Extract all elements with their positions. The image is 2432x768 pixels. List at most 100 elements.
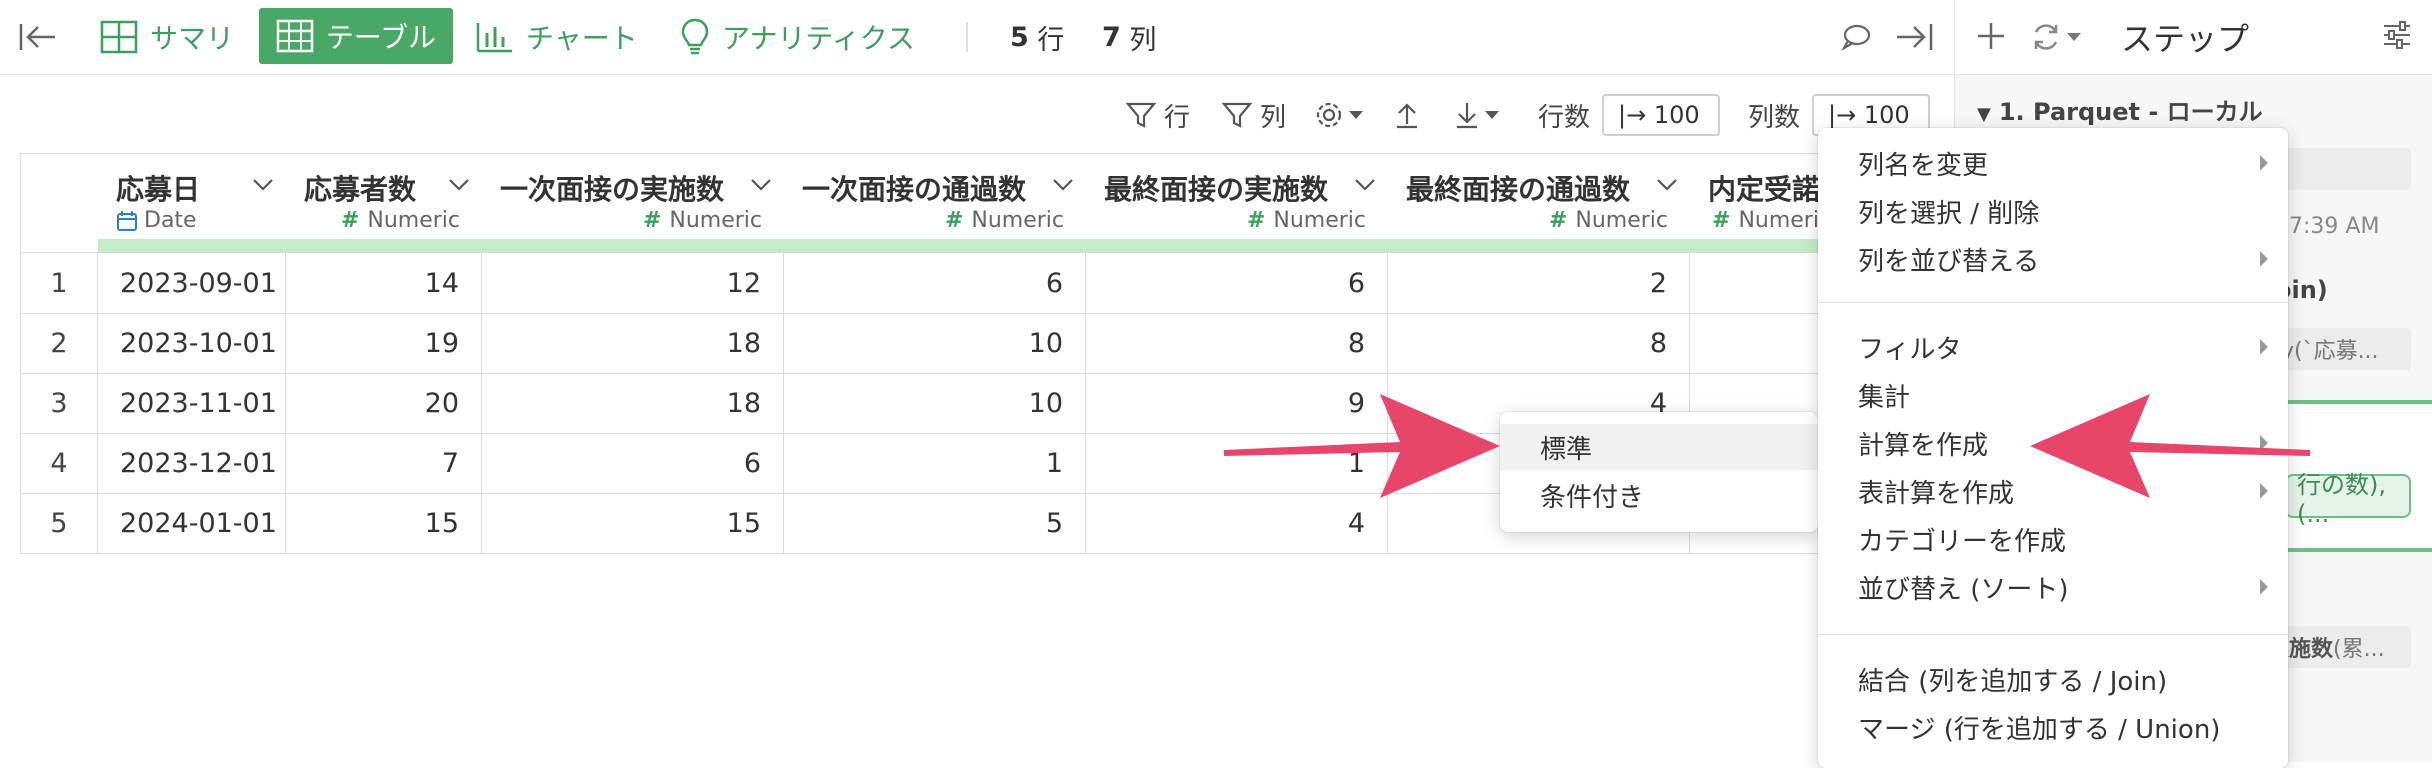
column-type: # Numeric bbox=[945, 208, 1064, 233]
column-type-label: Numeric bbox=[1575, 208, 1668, 233]
submenu-item-conditional[interactable]: 条件付き bbox=[1500, 472, 1818, 518]
chevron-right-icon bbox=[2260, 155, 2268, 171]
row-index: 4 bbox=[20, 433, 98, 493]
column-count: 7 列 bbox=[1102, 0, 1156, 74]
chevron-down-icon[interactable] bbox=[1656, 178, 1678, 192]
row-filter-button[interactable]: 行 bbox=[1126, 94, 1190, 136]
download-dropdown[interactable] bbox=[1454, 94, 1500, 136]
caret-down-icon bbox=[1349, 111, 1363, 119]
calendar-icon bbox=[117, 210, 137, 231]
menu-item-join[interactable]: 結合 (列を追加する / Join) bbox=[1818, 656, 2288, 702]
step-timestamp: 27:39 AM bbox=[2275, 214, 2380, 239]
chevron-down-icon[interactable] bbox=[448, 178, 470, 192]
row-count-unit: 行 bbox=[1037, 24, 1065, 56]
tab-summary-label: サマリ bbox=[150, 22, 235, 55]
row-count-input[interactable]: |→ 100 bbox=[1602, 94, 1720, 136]
tab-analytics-label: アナリティクス bbox=[722, 22, 915, 55]
chevron-right-icon bbox=[2260, 339, 2268, 355]
column-count-label: 列数 bbox=[1748, 102, 1801, 133]
table-cell[interactable]: 6 bbox=[482, 433, 784, 493]
table-cell[interactable]: 7 bbox=[286, 433, 482, 493]
table-cell[interactable]: 6 bbox=[1086, 253, 1388, 313]
sliders-icon[interactable] bbox=[2381, 20, 2413, 54]
column-header[interactable]: 応募者数 # Numeric bbox=[286, 153, 483, 240]
summary-grid-icon bbox=[100, 20, 138, 54]
table-cell[interactable]: 2024-01-01 bbox=[98, 493, 286, 553]
column-filter-button[interactable]: 列 bbox=[1222, 94, 1286, 136]
upload-icon[interactable] bbox=[1394, 94, 1420, 136]
numeric-hash-icon: # bbox=[944, 208, 964, 233]
menu-item-label: マージ (行を追加する / Union) bbox=[1858, 714, 2221, 745]
table-cell[interactable]: 12 bbox=[482, 253, 784, 313]
chevron-right-icon bbox=[2260, 579, 2268, 595]
column-type-label: Numeric bbox=[971, 208, 1064, 233]
column-header[interactable]: 一次面接の通過数 # Numeric bbox=[784, 153, 1087, 240]
column-header[interactable]: 最終面接の通過数 # Numeric bbox=[1388, 153, 1691, 240]
menu-item-label: カテゴリーを作成 bbox=[1858, 526, 2067, 557]
column-header[interactable]: 一次面接の実施数 # Numeric bbox=[482, 153, 785, 240]
menu-item-sort[interactable]: 並び替え (ソート) bbox=[1818, 564, 2288, 610]
chevron-down-icon[interactable] bbox=[252, 178, 274, 192]
table-cell[interactable]: 5 bbox=[784, 493, 1086, 553]
menu-item-rename-column[interactable]: 列名を変更 bbox=[1818, 140, 2288, 186]
numeric-hash-icon: # bbox=[1712, 208, 1731, 233]
caret-down-icon bbox=[1485, 111, 1499, 119]
menu-item-union[interactable]: マージ (行を追加する / Union) bbox=[1818, 704, 2288, 750]
table-cell[interactable]: 1 bbox=[784, 433, 1086, 493]
collapse-left-icon[interactable] bbox=[18, 0, 58, 74]
table-cell[interactable]: 2023-12-01 bbox=[98, 433, 286, 493]
table-cell[interactable]: 15 bbox=[482, 493, 784, 553]
table-cell[interactable]: 14 bbox=[286, 253, 482, 313]
refresh-icon bbox=[2034, 24, 2058, 50]
tab-chart[interactable]: チャート bbox=[476, 0, 638, 74]
row-count-label: 行数 bbox=[1538, 102, 1591, 133]
collapse-right-icon[interactable] bbox=[1894, 0, 1934, 74]
tab-table[interactable]: テーブル bbox=[259, 8, 453, 64]
table-cell[interactable]: 8 bbox=[1086, 313, 1388, 373]
comment-icon[interactable] bbox=[1840, 0, 1872, 74]
chevron-down-icon[interactable] bbox=[1354, 178, 1376, 192]
filter-icon bbox=[1126, 102, 1156, 128]
menu-item-create-category[interactable]: カテゴリーを作成 bbox=[1818, 516, 2288, 562]
table-cell[interactable]: 8 bbox=[1388, 313, 1690, 373]
table-cell[interactable]: 2023-11-01 bbox=[98, 373, 286, 433]
numeric-hash-icon: # bbox=[1548, 208, 1568, 233]
table-cell[interactable]: 2023-10-01 bbox=[98, 313, 286, 373]
divider bbox=[966, 22, 968, 52]
chevron-down-icon[interactable] bbox=[750, 178, 772, 192]
chevron-down-icon[interactable] bbox=[1052, 178, 1074, 192]
table-cell[interactable]: 6 bbox=[784, 253, 1086, 313]
column-header[interactable]: 応募日 Date bbox=[98, 153, 287, 240]
settings-dropdown[interactable] bbox=[1314, 94, 1364, 136]
corner-spacer bbox=[20, 239, 99, 252]
menu-item-label: 列名を変更 bbox=[1858, 150, 1989, 181]
table-cell[interactable]: 20 bbox=[286, 373, 482, 433]
table-cell[interactable]: 18 bbox=[482, 313, 784, 373]
tab-chart-label: チャート bbox=[526, 22, 638, 55]
step-source-header[interactable]: ▼ 1. Parquet - ローカル bbox=[1977, 92, 2263, 127]
tab-summary[interactable]: サマリ bbox=[100, 0, 234, 74]
column-name: 内定受諾 bbox=[1708, 173, 1821, 206]
plus-icon[interactable] bbox=[1975, 20, 2007, 56]
refresh-dropdown[interactable] bbox=[2029, 20, 2082, 54]
table-cell[interactable]: 10 bbox=[784, 373, 1086, 433]
submenu-item-standard[interactable]: 標準 bbox=[1500, 424, 1818, 470]
table-cell[interactable]: 10 bbox=[784, 313, 1086, 373]
menu-item-filter[interactable]: フィルタ bbox=[1818, 324, 2288, 370]
table-cell[interactable]: 18 bbox=[482, 373, 784, 433]
numeric-hash-icon: # bbox=[642, 208, 662, 233]
download-icon bbox=[1457, 103, 1477, 129]
table-cell[interactable]: 2 bbox=[1388, 253, 1690, 313]
calculation-submenu: 標準 条件付き bbox=[1500, 412, 1818, 532]
table-cell[interactable]: 15 bbox=[286, 493, 482, 553]
column-header[interactable]: 最終面接の実施数 # Numeric bbox=[1086, 153, 1389, 240]
menu-item-label: 並び替え (ソート) bbox=[1858, 574, 2069, 605]
table-cell[interactable]: 2023-09-01 bbox=[98, 253, 286, 313]
column-header[interactable]: 内定受諾 # Numeric bbox=[1690, 153, 1821, 240]
table-cell[interactable]: 19 bbox=[286, 313, 482, 373]
column-count-number: 7 bbox=[1102, 21, 1121, 53]
menu-item-select-delete-columns[interactable]: 列を選択 / 削除 bbox=[1818, 188, 2288, 234]
tab-analytics[interactable]: アナリティクス bbox=[680, 0, 915, 74]
column-name: 最終面接の実施数 bbox=[1104, 173, 1329, 206]
menu-item-reorder-columns[interactable]: 列を並び替える bbox=[1818, 236, 2288, 282]
